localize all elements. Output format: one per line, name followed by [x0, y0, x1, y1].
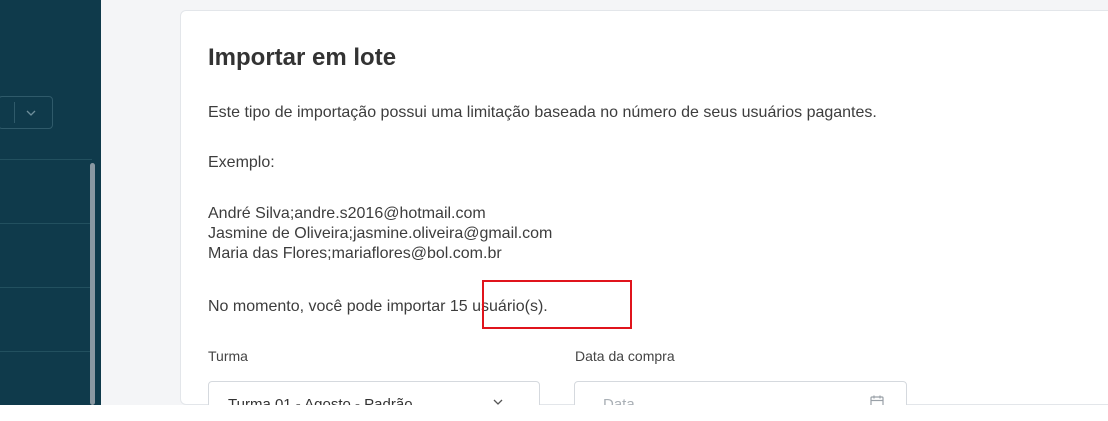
- select-divider: [14, 102, 15, 123]
- sidebar-divider: [0, 223, 92, 224]
- example-line: Maria das Flores;mariaflores@bol.com.br: [208, 245, 502, 262]
- example-label: Exemplo:: [208, 154, 275, 171]
- sidebar: [0, 0, 101, 405]
- chevron-down-icon[interactable]: [25, 107, 37, 119]
- example-line: Jasmine de Oliveira;jasmine.oliveira@gma…: [208, 225, 553, 242]
- sidebar-scrollbar[interactable]: [90, 163, 95, 405]
- description-text: Este tipo de importação possui uma limit…: [208, 104, 877, 121]
- example-line: André Silva;andre.s2016@hotmail.com: [208, 205, 486, 222]
- sidebar-divider: [0, 351, 92, 352]
- limit-prefix: No momento, você pode importar: [208, 298, 450, 315]
- sidebar-divider: [0, 287, 92, 288]
- data-compra-label: Data da compra: [575, 348, 675, 364]
- page-title: Importar em lote: [208, 44, 397, 71]
- example-block: André Silva;andre.s2016@hotmail.com Jasm…: [208, 204, 552, 264]
- bottom-gutter: [0, 405, 1108, 421]
- turma-label: Turma: [208, 348, 248, 364]
- highlight-box: [482, 280, 632, 329]
- sidebar-select[interactable]: [0, 96, 53, 129]
- sidebar-divider: [0, 159, 92, 160]
